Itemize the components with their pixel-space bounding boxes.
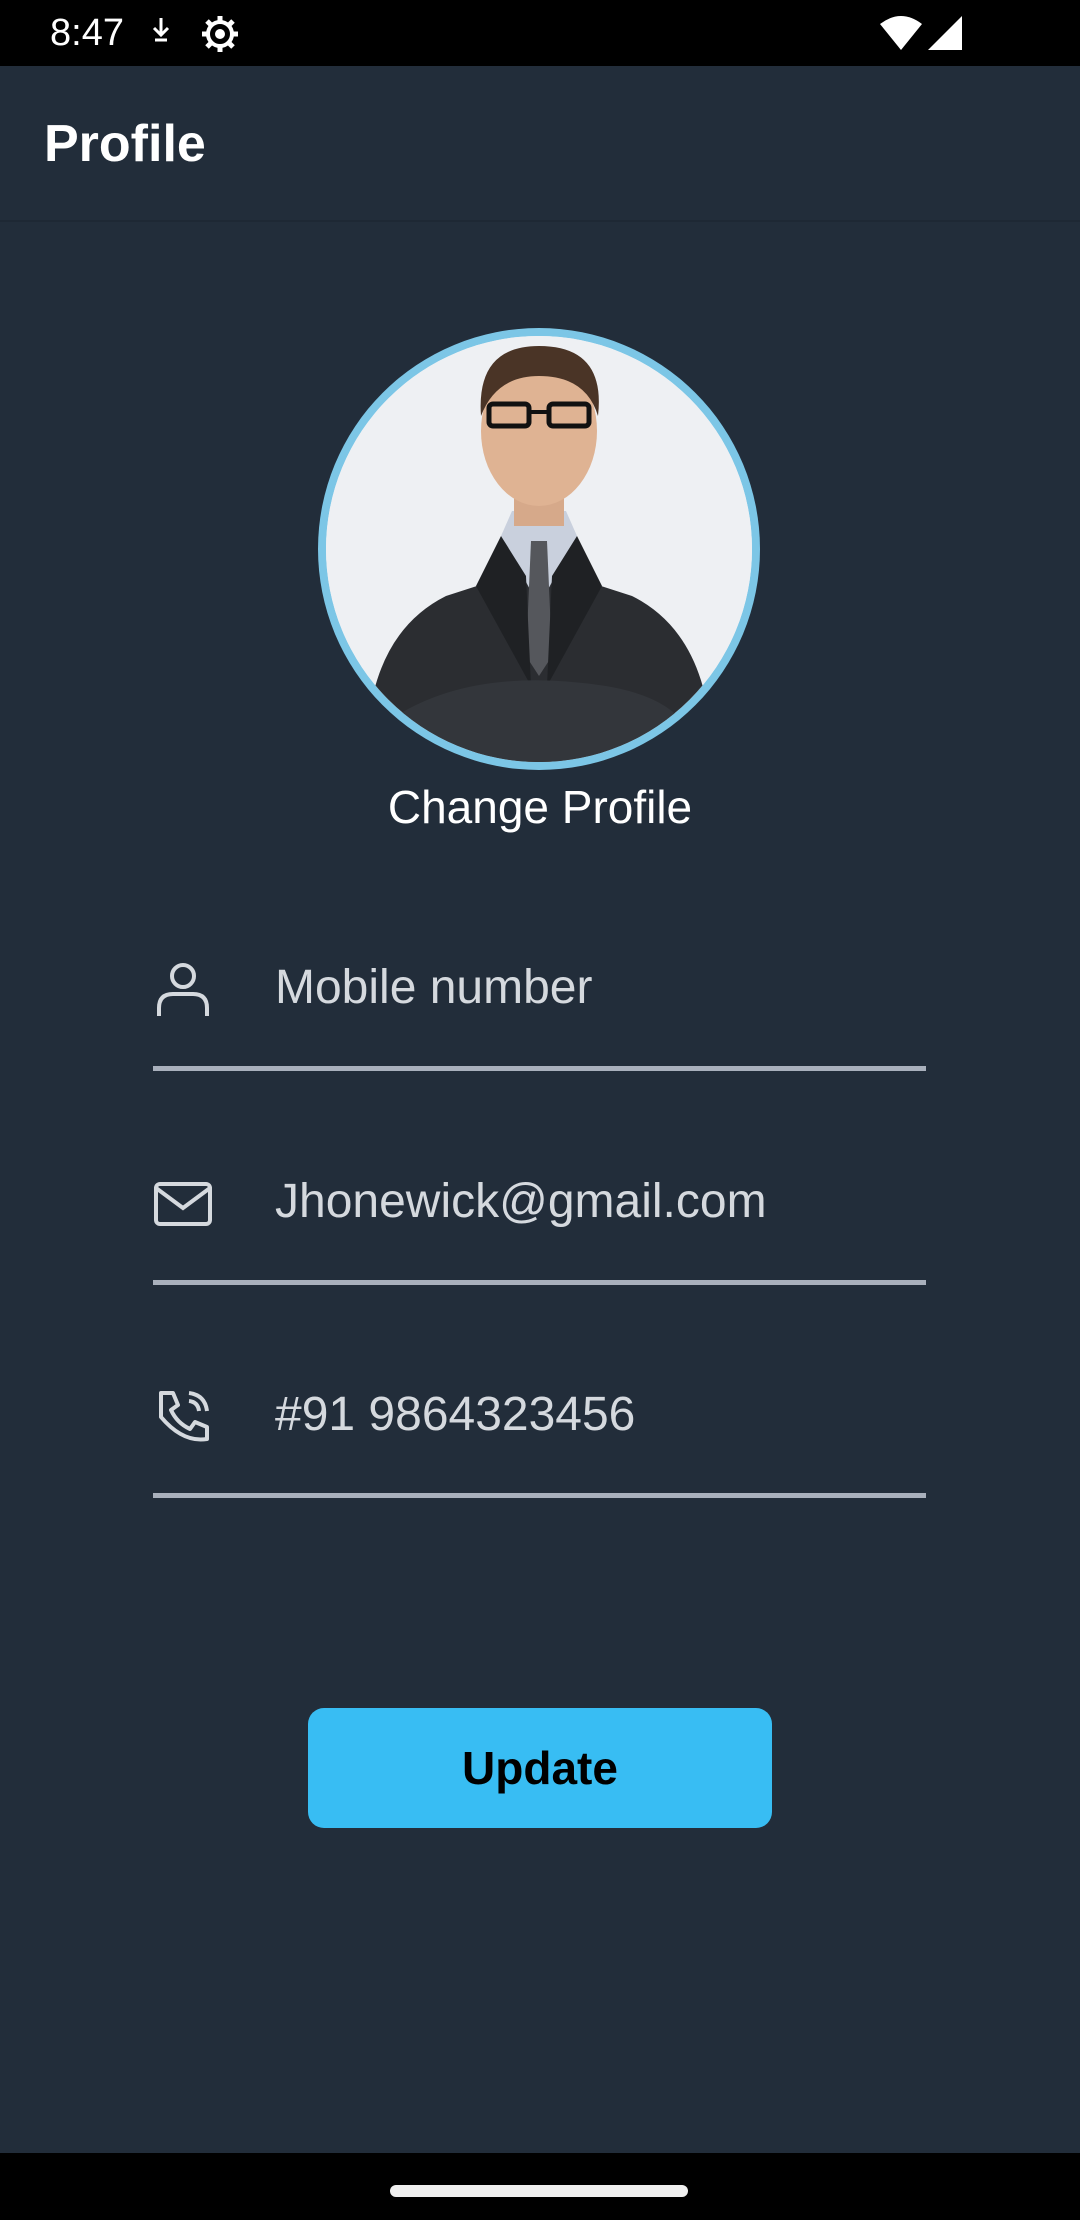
status-bar: 8:47	[0, 0, 1080, 66]
navigation-bar	[0, 2153, 1080, 2220]
mail-icon	[153, 1174, 213, 1234]
email-input[interactable]: Jhonewick@gmail.com	[275, 1174, 767, 1229]
profile-photo	[326, 336, 752, 762]
mobile-number-field[interactable]: Mobile number	[153, 946, 926, 1071]
app-bar: Profile	[0, 66, 1080, 222]
change-profile-link[interactable]: Change Profile	[0, 780, 1080, 834]
phone-field[interactable]: #91 9864323456	[153, 1373, 926, 1498]
phone-icon	[153, 1387, 213, 1447]
mobile-number-input[interactable]: Mobile number	[275, 960, 592, 1015]
page-title: Profile	[44, 115, 206, 173]
person-icon	[153, 960, 213, 1020]
home-gesture-handle[interactable]	[390, 2185, 688, 2197]
download-icon	[146, 14, 176, 55]
settings-gear-icon	[200, 14, 240, 59]
email-field[interactable]: Jhonewick@gmail.com	[153, 1160, 926, 1285]
profile-screen: Profile Change Profile Mobile number Jho…	[0, 66, 1080, 2153]
wifi-icon	[880, 16, 922, 55]
status-time: 8:47	[50, 12, 124, 54]
update-button[interactable]: Update	[308, 1708, 772, 1828]
avatar[interactable]	[318, 328, 760, 770]
cell-signal-icon	[928, 16, 962, 55]
phone-input[interactable]: #91 9864323456	[275, 1387, 635, 1442]
